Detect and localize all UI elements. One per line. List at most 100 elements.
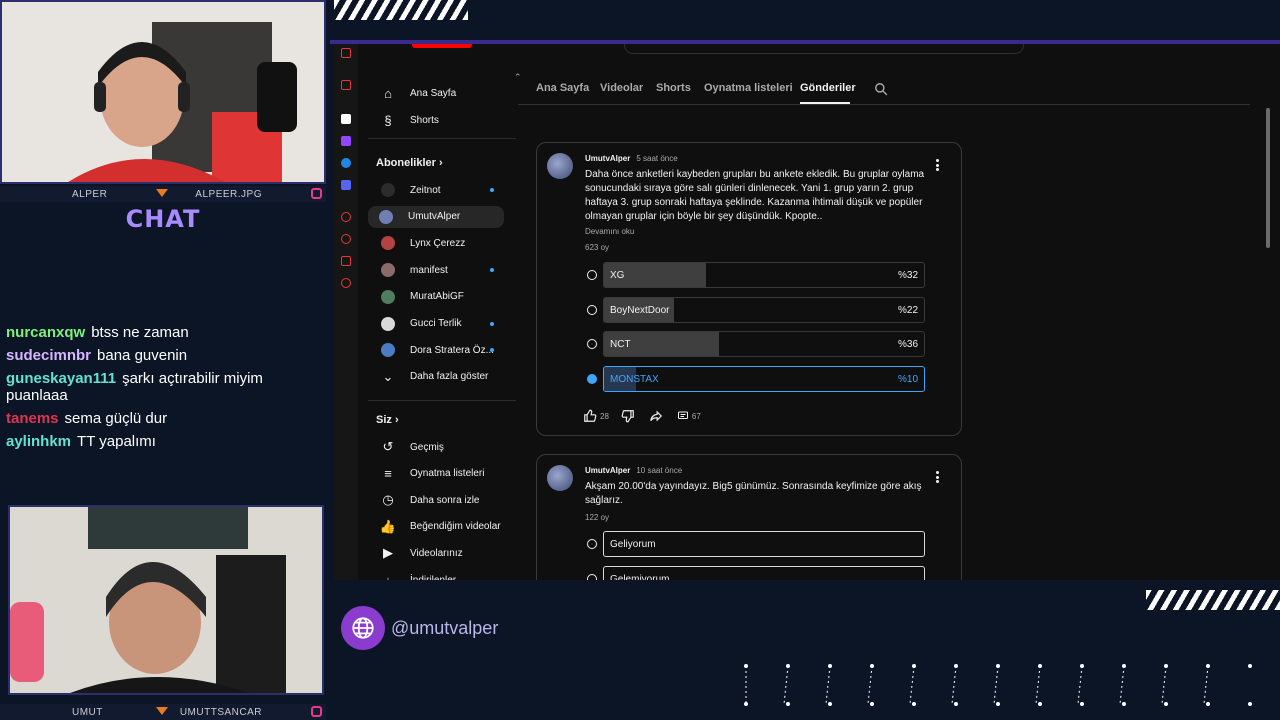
sidebar-item[interactable]: Lynx Çerezz (370, 232, 504, 254)
author-name[interactable]: UmutvAlper (585, 154, 630, 163)
sidebar-item[interactable]: ◷ Daha sonra izle (370, 489, 504, 511)
subscriptions-heading[interactable]: Abonelikler › (376, 157, 443, 169)
poll-option-bar[interactable]: Gelemiyorum (603, 565, 925, 580)
decorative-dot-grid (744, 664, 1252, 706)
sidebar-item[interactable]: Zeitnot (370, 179, 504, 201)
sidebar-item[interactable]: UmutvAlper (368, 205, 504, 228)
tabs-divider (518, 104, 1250, 105)
chat-text: bana guvenin (97, 347, 188, 364)
app-icon[interactable] (341, 234, 351, 244)
channel-avatar (381, 183, 395, 197)
radio-icon[interactable] (587, 270, 597, 280)
channel-tabs: Ana Sayfa Videolar Shorts Oynatma listel… (536, 82, 1280, 106)
scrollbar[interactable] (1266, 108, 1270, 248)
chat-message: nurcanxqw btss ne zaman (6, 324, 321, 341)
poll-option-label: Geliyorum (610, 539, 656, 550)
sidebar-item[interactable]: § Shorts (370, 109, 504, 131)
author-avatar[interactable] (547, 153, 573, 179)
app-icon[interactable] (341, 278, 351, 288)
stream-overlay: { "streamer_cams": { "top": {"name": "AL… (0, 0, 1280, 720)
twitch-icon[interactable] (341, 136, 351, 146)
radio-icon[interactable] (587, 304, 597, 315)
chat-username: aylinhkm (6, 433, 72, 450)
chat-text: btss ne zaman (91, 324, 189, 341)
poll-option-bar[interactable]: BoyNextDoor %22 (603, 296, 925, 323)
poll-option[interactable]: BoyNextDoor %22 (583, 296, 925, 323)
sidebar-item[interactable]: ▶ Videolarınız (370, 542, 504, 564)
dislike-button[interactable] (621, 409, 635, 423)
chat-message: guneskayan111 şarkı açtırabilir miyim pua… (6, 370, 321, 404)
you-heading[interactable]: Siz › (376, 414, 399, 426)
streamer-social: UMUTTSANCAR (179, 706, 262, 718)
more-options-icon[interactable] (936, 471, 939, 483)
poll-option-bar[interactable]: XG %32 (603, 262, 925, 288)
poll-option[interactable]: Geliyorum (583, 531, 925, 557)
share-button[interactable] (649, 409, 663, 423)
like-button[interactable]: 28 (583, 409, 621, 423)
sidebar-item[interactable]: MuratAbiGF (370, 286, 504, 308)
sidebar-item[interactable]: ⌂ Ana Sayfa (370, 82, 504, 104)
check-circle-icon[interactable] (587, 374, 597, 385)
poll-option-bar[interactable]: Geliyorum (603, 531, 925, 557)
comment-count: 67 (691, 411, 701, 421)
sidebar-item[interactable]: Dora Stratera Öz... (370, 339, 504, 361)
sidebar-divider (368, 138, 516, 139)
chat-text: sema güçlü dur (64, 410, 168, 427)
poll-option[interactable]: Gelemiyorum (583, 565, 925, 580)
radio-icon[interactable] (587, 339, 597, 350)
tab-videos[interactable]: Videolar (600, 82, 643, 94)
chat-text: TT yapalımı (77, 433, 156, 450)
browser-side-icons (334, 44, 358, 580)
tab-playlists[interactable]: Oynatma listeleri (704, 82, 793, 94)
read-more-link[interactable]: Devamını oku (585, 227, 634, 236)
poll-option-bar[interactable]: NCT %36 (603, 331, 925, 358)
app-icon[interactable] (341, 212, 351, 222)
author-avatar[interactable] (547, 465, 573, 491)
poll-option-bar[interactable]: MONSTAX %10 (603, 366, 925, 393)
new-content-dot (490, 268, 494, 273)
more-options-icon[interactable] (936, 159, 939, 171)
messenger-icon[interactable] (341, 158, 351, 168)
poll-option[interactable]: NCT %36 (583, 331, 925, 358)
tab-shorts[interactable]: Shorts (656, 82, 691, 94)
tab-posts[interactable]: Gönderiler (800, 82, 856, 94)
sidebar-item-label: Lynx Çerezz (410, 237, 466, 249)
poll-option-label: NCT (610, 339, 631, 351)
you-title: Siz (376, 414, 392, 426)
radio-icon[interactable] (587, 573, 597, 580)
discord-icon[interactable] (341, 180, 351, 190)
vote-count: 122 oy (585, 513, 610, 522)
sidebar-item[interactable]: 👍 Beğendiğim videolar (370, 516, 504, 538)
app-icon[interactable] (341, 114, 351, 124)
app-icon[interactable] (341, 256, 351, 266)
sidebar-item[interactable]: ≡ Oynatma listeleri (370, 463, 504, 485)
sidebar-item[interactable]: Gucci Terlik (370, 313, 504, 335)
tab-home[interactable]: Ana Sayfa (536, 82, 589, 94)
channel-handle: @umutvalper (341, 606, 498, 650)
instagram-icon (311, 188, 322, 199)
arrow-down-icon (156, 189, 168, 197)
sidebar-item[interactable]: manifest (370, 259, 504, 281)
shorts-icon: § (384, 112, 392, 128)
youtube-logo[interactable] (412, 44, 472, 48)
sidebar-item-label: İndirilenler (410, 574, 457, 581)
sidebar-item-label: Dora Stratera Öz... (410, 344, 494, 356)
sidebar-item-label: Shorts (410, 114, 439, 126)
search-bar[interactable] (624, 44, 1024, 54)
new-content-dot (490, 321, 494, 326)
arrow-down-icon (156, 707, 168, 715)
comments-button[interactable]: 67 (677, 410, 713, 422)
radio-icon[interactable] (587, 539, 597, 549)
author-name[interactable]: UmutvAlper (585, 466, 630, 475)
poll-option[interactable]: MONSTAX %10 (583, 366, 925, 393)
app-icon[interactable] (341, 80, 351, 90)
app-icon[interactable] (341, 48, 351, 58)
sidebar-item[interactable]: ↓ İndirilenler (370, 569, 504, 581)
sidebar-item[interactable]: ↺ Geçmiş (370, 436, 504, 458)
poll-option[interactable]: XG %32 (583, 262, 925, 288)
show-more-button[interactable]: ⌄ Daha fazla göster (370, 366, 504, 388)
search-icon[interactable] (874, 82, 888, 96)
chevron-up-icon[interactable]: ⌃ (514, 72, 522, 83)
sidebar-item-label: Zeitnot (410, 184, 441, 196)
home-icon: ⌂ (384, 85, 392, 101)
